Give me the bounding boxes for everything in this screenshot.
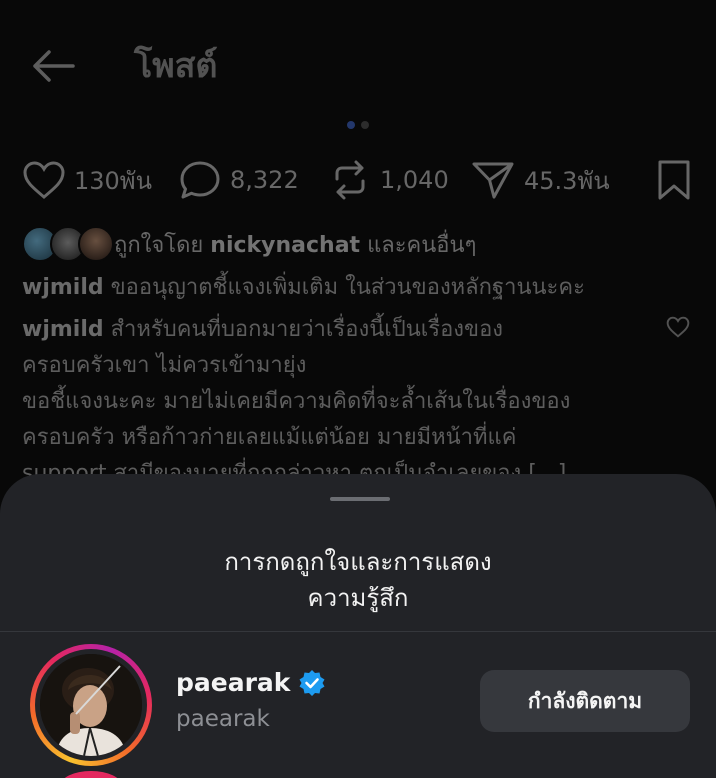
following-button[interactable]: กำลังติดตาม bbox=[480, 670, 690, 732]
user-list-item[interactable]: paearak paearak กำลังติดตาม bbox=[0, 644, 716, 766]
user-handle: paearak bbox=[176, 706, 270, 732]
story-ring[interactable] bbox=[60, 771, 122, 778]
story-ring[interactable] bbox=[30, 644, 152, 766]
likes-bottom-sheet: การกดถูกใจและการแสดง ความรู้สึก paearak … bbox=[0, 474, 716, 778]
sheet-drag-handle[interactable] bbox=[330, 497, 390, 501]
sheet-title: การกดถูกใจและการแสดง ความรู้สึก bbox=[224, 548, 492, 612]
avatar bbox=[40, 654, 142, 756]
user-name[interactable]: paearak bbox=[176, 668, 290, 697]
verified-badge-icon bbox=[299, 669, 325, 696]
divider bbox=[0, 631, 716, 632]
user-name-row[interactable]: paearak bbox=[176, 668, 326, 697]
